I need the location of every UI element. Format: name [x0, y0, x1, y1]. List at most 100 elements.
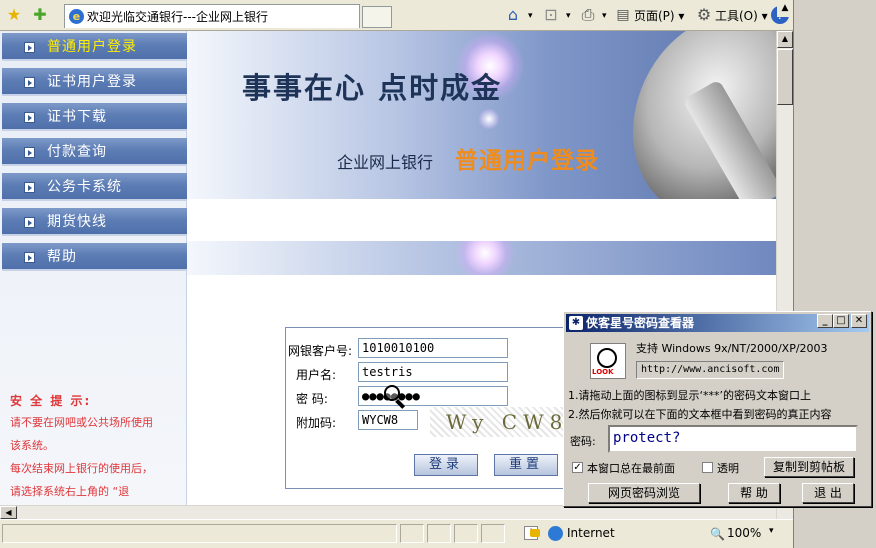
copy-clipboard-button[interactable]: 复制到剪帖板 — [764, 457, 854, 477]
sidebar-item-futures[interactable]: 期货快线 — [2, 208, 187, 236]
account-input[interactable]: 1010010100 — [358, 338, 508, 358]
password-label: 密 码: — [296, 392, 328, 406]
sidebar: 普通用户登录 证书用户登录 证书下载 付款查询 公务卡系统 期货快线 帮助 安 … — [0, 31, 187, 505]
zoom-level[interactable]: 100% — [727, 526, 761, 540]
tips-line: 请不要在网吧或公共场所使用 — [10, 416, 153, 429]
captcha-input[interactable]: WYCW8 — [358, 410, 418, 430]
tools-menu-label: 工具(O) — [715, 9, 758, 23]
username-input[interactable]: testris — [358, 362, 508, 382]
browser-toolbar: ★ ✚ e 欢迎光临交通银行---企业网上银行 ⌂ ▾ ⊡ ▾ ⎙ ▾ ▤ 页面… — [0, 0, 793, 31]
ie-icon: e — [69, 9, 84, 24]
page-icon: ▤ — [616, 7, 630, 23]
support-text: 支持 Windows 9x/NT/2000/XP/2003 — [636, 342, 828, 355]
reset-button[interactable]: 重置 — [494, 454, 558, 476]
scroll-thumb[interactable] — [777, 49, 793, 105]
sidebar-item-cert-login[interactable]: 证书用户登录 — [2, 68, 187, 96]
sidebar-item-payment-query[interactable]: 付款查询 — [2, 138, 187, 166]
close-icon[interactable]: ✕ — [851, 314, 867, 328]
status-text-cell — [2, 524, 397, 543]
password-label: 密码: — [570, 435, 596, 448]
favorites-star-icon[interactable]: ★ — [4, 5, 24, 25]
instruction-step-2: 2.然后你就可以在下面的文本框中看到密码的真正内容 — [568, 408, 832, 421]
status-cell — [481, 524, 505, 543]
tab-title: 欢迎光临交通银行---企业网上银行 — [87, 10, 268, 24]
rss-dropdown-icon[interactable]: ▾ — [566, 6, 571, 26]
sidebar-item-normal-login[interactable]: 普通用户登录 — [2, 33, 187, 61]
tips-heading: 安 全 提 示: — [10, 394, 92, 408]
zoom-icon: 🔍 — [710, 527, 725, 541]
scroll-up-icon[interactable]: ▲ — [777, 31, 793, 48]
tips-line: 该系统。 — [10, 439, 54, 452]
username-label: 用户名: — [296, 368, 337, 382]
dialog-title: 侠客星号密码查看器 — [586, 316, 695, 330]
sidebar-item-label: 期货快线 — [47, 214, 107, 230]
printer-icon[interactable]: ⎙ — [578, 5, 598, 25]
tips-line: 每次结束网上银行的使用后， — [10, 462, 153, 475]
login-form: 网银客户号: 1010010100 用户名: testris 密 码: ●●●●… — [285, 327, 585, 489]
print-dropdown-icon[interactable]: ▾ — [602, 6, 607, 26]
globe-icon — [548, 526, 563, 541]
look-drag-icon[interactable]: LOOK — [590, 343, 626, 379]
sidebar-item-label: 帮助 — [47, 249, 77, 265]
magnifier-icon — [597, 348, 617, 368]
light-flare — [479, 109, 499, 129]
transparent-label: 透明 — [717, 462, 739, 475]
status-bar: ! Internet 🔍 100% ▾ — [0, 519, 793, 548]
captcha-image[interactable]: Wy CW8 — [430, 407, 570, 437]
help-button[interactable]: 帮 助 — [728, 483, 780, 503]
banner-highlight: 普通用户登录 — [455, 148, 599, 174]
home-dropdown-icon[interactable]: ▾ — [528, 6, 533, 26]
account-label: 网银客户号: — [288, 344, 353, 358]
secondary-banner — [187, 241, 776, 275]
maximize-icon[interactable]: □ — [833, 314, 849, 328]
gear-icon: ⚙ — [696, 5, 712, 24]
bullet-icon — [24, 182, 35, 193]
password-input[interactable]: ●●●●●●●● — [358, 386, 508, 406]
captcha-label: 附加码: — [296, 416, 337, 430]
exit-button[interactable]: 退 出 — [802, 483, 854, 503]
light-flare — [455, 241, 515, 275]
bullet-icon — [24, 217, 35, 228]
login-button[interactable]: 登录 — [414, 454, 478, 476]
home-icon[interactable]: ⌂ — [503, 5, 523, 25]
sidebar-item-label: 付款查询 — [47, 144, 107, 160]
sidebar-item-label: 证书下载 — [47, 109, 107, 125]
always-on-top-checkbox[interactable]: ✓ — [572, 462, 583, 473]
scroll-left-icon[interactable]: ◀ — [0, 506, 17, 519]
minimize-icon[interactable]: _ — [817, 314, 833, 328]
sidebar-item-label: 证书用户登录 — [47, 74, 137, 90]
browser-tab-active[interactable]: e 欢迎光临交通银行---企业网上银行 — [64, 4, 360, 28]
bullet-icon — [24, 77, 35, 88]
hero-banner: 事事在心 点时成金 企业网上银行 普通用户登录 — [187, 31, 776, 199]
bullet-icon — [24, 112, 35, 123]
tips-line: 请选择系统右上角的 “退 — [10, 485, 130, 498]
security-tips: 安 全 提 示: 请不要在网吧或公共场所使用 该系统。 每次结束网上银行的使用后… — [10, 393, 180, 503]
status-cell — [454, 524, 478, 543]
zoom-dropdown-icon[interactable]: ▾ — [769, 526, 774, 536]
add-favorites-icon[interactable]: ✚ — [30, 5, 50, 25]
website-link[interactable]: http://www.ancisoft.com — [636, 361, 784, 379]
bullet-icon — [24, 252, 35, 263]
lock-icon — [530, 529, 540, 537]
bullet-icon — [24, 42, 35, 53]
always-on-top-label: 本窗口总在最前面 — [587, 462, 675, 475]
tools-menu[interactable]: 工具(O) ▾ — [715, 6, 768, 26]
sidebar-item-label: 普通用户登录 — [47, 39, 137, 55]
browse-web-passwords-button[interactable]: 网页密码浏览 — [588, 483, 700, 503]
banner-subtitle: 企业网上银行 — [337, 153, 434, 172]
sidebar-item-cert-download[interactable]: 证书下载 — [2, 103, 187, 131]
sidebar-item-help[interactable]: 帮助 — [2, 243, 187, 271]
security-zone[interactable]: Internet — [567, 526, 615, 540]
password-viewer-dialog: ✱ 侠客星号密码查看器 _ □ ✕ LOOK 支持 Windows 9x/NT/… — [563, 311, 872, 507]
revealed-password-field[interactable]: protect? — [608, 425, 858, 453]
transparent-checkbox[interactable] — [702, 462, 713, 473]
scroll-up-arrow-icon[interactable]: ▲ — [777, 0, 793, 17]
sidebar-item-official-card[interactable]: 公务卡系统 — [2, 173, 187, 201]
rss-icon[interactable]: ⊡ — [541, 5, 561, 25]
sidebar-item-label: 公务卡系统 — [47, 179, 122, 195]
new-tab-button[interactable] — [362, 6, 392, 28]
bullet-icon — [24, 147, 35, 158]
page-menu[interactable]: 页面(P) ▾ — [634, 6, 684, 26]
status-cell — [427, 524, 451, 543]
horizontal-scrollbar[interactable]: ◀ — [0, 505, 776, 519]
